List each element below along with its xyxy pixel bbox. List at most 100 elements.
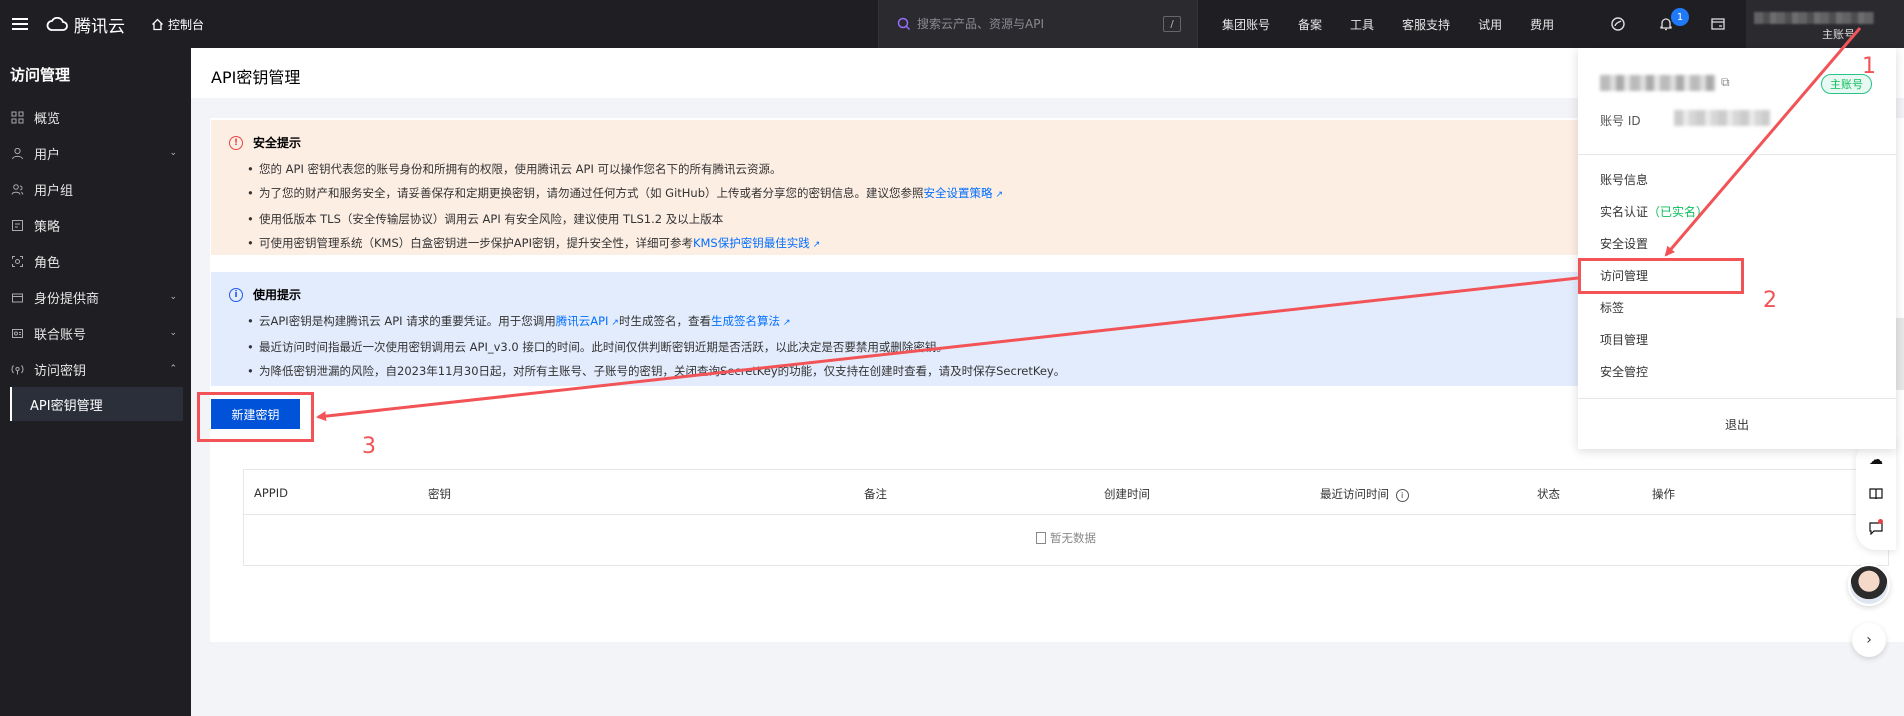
idp-icon xyxy=(10,290,24,304)
top-bar: 腾讯云 控制台 / 集团账号 备案 工具 客服支持 试用 费用 1 主账号 xyxy=(0,0,1904,48)
menu-item-real-name[interactable]: 实名认证（已实名） xyxy=(1600,203,1708,220)
key-icon xyxy=(10,362,24,376)
blurred-username xyxy=(1754,12,1874,24)
sidebar-item-label: 用户 xyxy=(34,147,61,163)
console-link[interactable]: 控制台 xyxy=(151,16,204,33)
alert-line: 为降低密钥泄漏的风险，自2023年11月30日起，对所有主账号、子账号的密钥，关… xyxy=(247,359,1793,383)
sidebar-item-label: 身份提供商 xyxy=(34,291,100,307)
assistant-icon[interactable] xyxy=(1608,14,1628,34)
console-label: 控制台 xyxy=(168,17,205,32)
highlight-box-step-2 xyxy=(1578,258,1744,294)
sidebar-item-policies[interactable]: 策略 xyxy=(0,208,191,242)
sidebar-item-label: 用户组 xyxy=(34,183,74,199)
cloud-api-link[interactable]: 腾讯云API xyxy=(556,314,609,328)
book-icon[interactable] xyxy=(1868,486,1884,502)
workorder-icon[interactable] xyxy=(1708,14,1728,34)
expand-chevron-button[interactable]: › xyxy=(1852,623,1886,657)
menu-item-tags[interactable]: 标签 xyxy=(1600,299,1624,316)
sidebar-item-label: 策略 xyxy=(34,219,61,235)
account-menu-trigger[interactable]: 主账号 xyxy=(1746,0,1904,48)
alert-line: 云API密钥是构建腾讯云 API 请求的重要凭证。用于您调用腾讯云API↗时生成… xyxy=(247,309,1793,335)
notification-badge: 1 xyxy=(1671,8,1689,26)
external-link-icon: ↗ xyxy=(782,318,791,328)
assistant-avatar[interactable] xyxy=(1848,564,1890,606)
column-header-last-access: 最近访问时间 i xyxy=(1320,486,1409,502)
sidebar: 访问管理 概览 用户 ⌄ 用户组 策略 角色 身份提供商 ⌄ 联合账号 ⌄ 访问… xyxy=(0,48,191,716)
alert-title: 安全提示 xyxy=(253,136,302,150)
sidebar-item-overview[interactable]: 概览 xyxy=(0,100,191,134)
sidebar-item-roles[interactable]: 角色 xyxy=(0,244,191,278)
divider xyxy=(1578,398,1896,399)
users-icon xyxy=(10,182,24,196)
sidebar-item-identity-providers[interactable]: 身份提供商 ⌄ xyxy=(0,280,191,314)
chevron-up-icon: ⌃ xyxy=(169,364,177,374)
menu-item-security-settings[interactable]: 安全设置 xyxy=(1600,235,1648,252)
brand-name: 腾讯云 xyxy=(74,16,125,37)
document-icon xyxy=(1036,532,1046,544)
annotation-number-1: 1 xyxy=(1862,54,1876,79)
nav-billing[interactable]: 费用 xyxy=(1530,16,1554,33)
blurred-account-name xyxy=(1600,75,1716,91)
sidebar-item-label: 角色 xyxy=(34,255,61,271)
external-link-icon: ↗ xyxy=(995,190,1004,200)
column-header-created: 创建时间 xyxy=(1104,487,1150,501)
nav-group-account[interactable]: 集团账号 xyxy=(1222,16,1270,33)
chevron-down-icon: ⌄ xyxy=(169,148,177,158)
annotation-number-2: 2 xyxy=(1763,288,1777,313)
external-link-icon: ↗ xyxy=(611,318,619,328)
menu-item-security-control[interactable]: 安全管控 xyxy=(1600,363,1648,380)
search-shortcut-key: / xyxy=(1163,16,1181,32)
signature-algorithm-link[interactable]: 生成签名算法 xyxy=(711,314,780,328)
cloud-upload-icon[interactable]: ☁ xyxy=(1868,452,1884,468)
column-header-actions: 操作 xyxy=(1652,487,1675,501)
usage-tip-alert: i 使用提示 云API密钥是构建腾讯云 API 请求的重要凭证。用于您调用腾讯云… xyxy=(211,272,1811,386)
grid-icon xyxy=(10,110,24,124)
sidebar-item-users[interactable]: 用户 ⌄ xyxy=(0,136,191,170)
nav-filing[interactable]: 备案 xyxy=(1298,16,1322,33)
menu-item-account-info[interactable]: 账号信息 xyxy=(1600,171,1648,188)
column-header-status: 状态 xyxy=(1537,487,1560,501)
nav-tools[interactable]: 工具 xyxy=(1350,16,1374,33)
sidebar-item-federated-accounts[interactable]: 联合账号 ⌄ xyxy=(0,316,191,350)
sidebar-item-api-key-management[interactable]: API密钥管理 xyxy=(10,387,183,421)
chevron-down-icon: ⌄ xyxy=(169,292,177,302)
menu-icon[interactable] xyxy=(12,18,28,30)
cloud-logo-icon xyxy=(46,17,68,31)
column-header-appid: APPID xyxy=(254,486,288,500)
menu-item-projects[interactable]: 项目管理 xyxy=(1600,331,1648,348)
sidebar-item-label: 访问密钥 xyxy=(34,363,87,379)
federated-icon xyxy=(10,326,24,340)
column-header-key: 密钥 xyxy=(428,487,451,501)
feedback-badge-dot xyxy=(1878,519,1883,524)
alert-line: 为了您的财产和服务安全，请妥善保存和定期更换密钥，请勿通过任何方式（如 GitH… xyxy=(247,181,1793,207)
info-circle-icon[interactable]: i xyxy=(1395,489,1409,502)
sidebar-title: 访问管理 xyxy=(10,66,71,84)
brand-logo[interactable]: 腾讯云 xyxy=(46,12,125,37)
role-icon xyxy=(10,254,24,268)
sidebar-item-user-groups[interactable]: 用户组 xyxy=(0,172,191,206)
sidebar-item-label: API密钥管理 xyxy=(30,398,103,414)
annotation-number-3: 3 xyxy=(362,434,376,459)
empty-state: 暂无数据 xyxy=(244,530,1888,546)
kms-best-practice-link[interactable]: KMS保护密钥最佳实践 xyxy=(693,236,810,250)
api-key-table: APPID 密钥 备注 创建时间 最近访问时间 i 状态 操作 暂无数据 xyxy=(243,469,1889,566)
nav-support[interactable]: 客服支持 xyxy=(1402,16,1450,33)
nav-trial[interactable]: 试用 xyxy=(1478,16,1502,33)
alert-line: 使用低版本 TLS（安全传输层协议）调用云 API 有安全风险，建议使用 TLS… xyxy=(247,207,1793,231)
sidebar-item-label: 联合账号 xyxy=(34,327,87,343)
copy-icon[interactable]: ⧉ xyxy=(1721,75,1730,90)
search-input[interactable] xyxy=(917,17,1157,31)
column-header-remark: 备注 xyxy=(864,487,887,501)
top-nav: 集团账号 备案 工具 客服支持 试用 费用 xyxy=(1222,0,1582,48)
security-tip-alert: ! 安全提示 您的 API 密钥代表您的账号身份和所拥有的权限，使用腾讯云 AP… xyxy=(211,120,1811,255)
logout-button[interactable]: 退出 xyxy=(1578,416,1896,433)
table-header: APPID 密钥 备注 创建时间 最近访问时间 i 状态 操作 xyxy=(244,470,1888,515)
global-search[interactable]: / xyxy=(878,0,1198,48)
security-policy-link[interactable]: 安全设置策略 xyxy=(924,186,993,200)
chevron-down-icon: ⌄ xyxy=(169,328,177,338)
blurred-account-id xyxy=(1674,110,1770,126)
policy-icon xyxy=(10,218,24,232)
sidebar-item-access-keys[interactable]: 访问密钥 ⌃ xyxy=(0,352,191,386)
sidebar-item-label: 概览 xyxy=(34,111,61,127)
warning-icon: ! xyxy=(229,135,243,150)
